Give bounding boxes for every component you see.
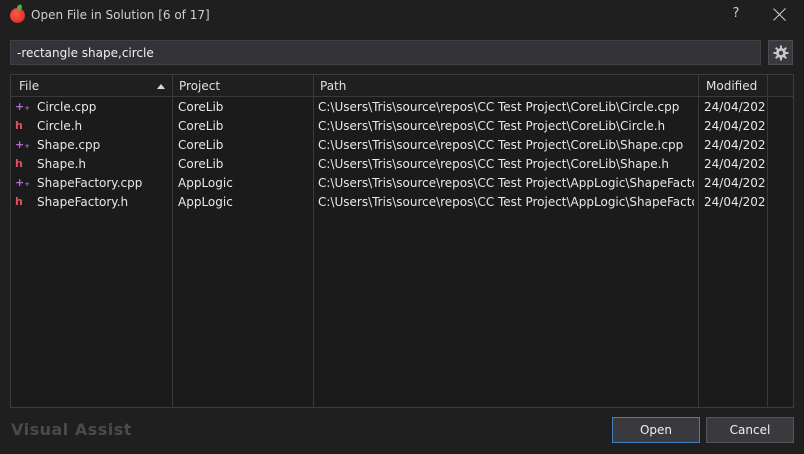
modified-cell: 24/04/202... (704, 195, 766, 209)
file-list[interactable]: File Project Path Modified +₊ Circle.cpp C… (10, 74, 794, 408)
path-cell: C:\Users\Tris\source\repos\CC Test Proje… (318, 157, 670, 171)
window-title: Open File in Solution [6 of 17] (31, 8, 210, 22)
cpp-file-icon: +₊ (15, 176, 31, 189)
cpp-file-icon: +₊ (15, 138, 31, 151)
gear-icon (773, 45, 788, 60)
path-cell: C:\Users\Tris\source\repos\CC Test Proje… (318, 119, 666, 133)
column-header-project[interactable]: Project (179, 79, 220, 93)
column-header-path[interactable]: Path (320, 79, 346, 93)
file-name-cell: ShapeFactory.cpp (37, 176, 143, 190)
modified-cell: 24/04/202... (704, 119, 766, 133)
modified-cell: 24/04/202... (704, 176, 766, 190)
tomato-app-icon (10, 8, 25, 23)
column-header-row: File Project Path Modified (11, 75, 793, 97)
file-name-cell: Circle.h (37, 119, 83, 133)
cpp-file-icon: +₊ (15, 100, 31, 113)
help-button[interactable]: ? (729, 6, 743, 21)
table-row[interactable]: h Circle.h CoreLib C:\Users\Tris\source\rep… (11, 117, 793, 136)
file-name-cell: Shape.cpp (37, 138, 101, 152)
project-cell: CoreLib (178, 100, 224, 114)
project-cell: AppLogic (178, 176, 233, 190)
column-header-modified[interactable]: Modified (706, 79, 757, 93)
path-cell: C:\Users\Tris\source\repos\CC Test Proje… (318, 138, 684, 152)
modified-cell: 24/04/202... (704, 138, 766, 152)
close-icon[interactable] (772, 7, 788, 23)
table-row[interactable]: h Shape.h CoreLib C:\Users\Tris\source\repo… (11, 155, 793, 174)
project-cell: CoreLib (178, 157, 224, 171)
title-bar: Open File in Solution [6 of 17] ? (0, 0, 804, 32)
header-file-icon: h (15, 195, 23, 208)
file-name-cell: ShapeFactory.h (37, 195, 129, 209)
table-row[interactable]: +₊ Circle.cpp CoreLib C:\Users\Tris\source\… (11, 98, 793, 117)
sort-ascending-icon (157, 84, 165, 89)
table-row[interactable]: +₊ Shape.cpp CoreLib C:\Users\Tris\source\r… (11, 136, 793, 155)
project-cell: AppLogic (178, 195, 233, 209)
modified-cell: 24/04/202... (704, 157, 766, 171)
header-file-icon: h (15, 119, 23, 132)
visual-assist-logo: Visual Assist (11, 420, 132, 439)
path-cell: C:\Users\Tris\source\repos\CC Test Proje… (318, 176, 694, 190)
column-header-file[interactable]: File (19, 79, 39, 93)
settings-button[interactable] (768, 40, 793, 65)
cancel-button[interactable]: Cancel (706, 417, 794, 443)
project-cell: CoreLib (178, 138, 224, 152)
path-cell: C:\Users\Tris\source\repos\CC Test Proje… (318, 195, 694, 209)
table-row[interactable]: h ShapeFactory.h AppLogic C:\Users\Tris\sou… (11, 193, 793, 212)
path-cell: C:\Users\Tris\source\repos\CC Test Proje… (318, 100, 680, 114)
open-button[interactable]: Open (612, 417, 700, 443)
table-row[interactable]: +₊ ShapeFactory.cpp AppLogic C:\Users\Tris\… (11, 174, 793, 193)
file-name-cell: Circle.cpp (37, 100, 97, 114)
file-name-cell: Shape.h (37, 157, 86, 171)
search-input[interactable] (10, 40, 761, 65)
header-file-icon: h (15, 157, 23, 170)
modified-cell: 24/04/202... (704, 100, 766, 114)
project-cell: CoreLib (178, 119, 224, 133)
